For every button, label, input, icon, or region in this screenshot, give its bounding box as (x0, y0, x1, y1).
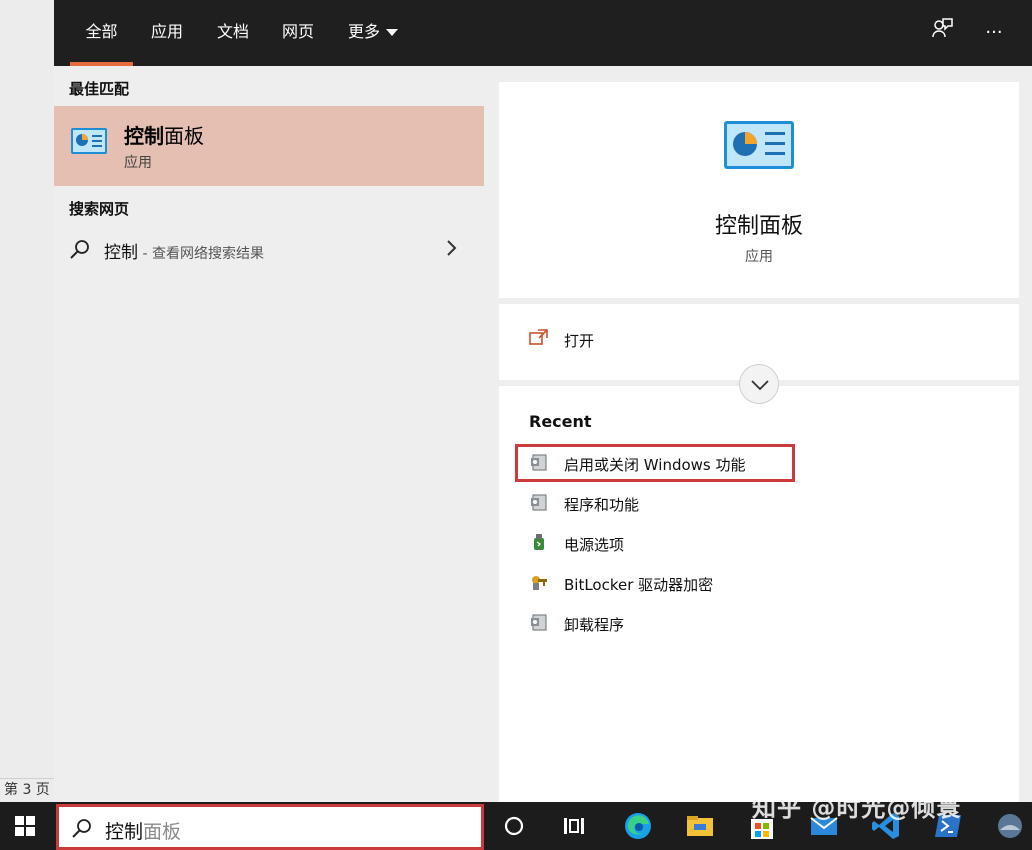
file-explorer-icon[interactable] (684, 810, 716, 842)
open-icon (529, 329, 548, 345)
best-match-result[interactable]: 控制面板 应用 (54, 106, 484, 186)
edge-browser-icon[interactable] (622, 810, 654, 842)
background-document (0, 0, 54, 802)
control-panel-icon (71, 128, 107, 154)
tab-more[interactable]: 更多 (338, 0, 408, 66)
power-options-icon (534, 534, 544, 550)
recent-item-label: 电源选项 (564, 536, 625, 554)
web-search-result[interactable]: 控制 - 查看网络搜索结果 (54, 226, 484, 272)
start-search-panel: 全部 应用 文档 网页 更多 ··· 最佳匹配 控制面板 应用 搜索网页 控制 … (54, 0, 1032, 802)
recent-heading: Recent (529, 412, 592, 431)
tab-documents[interactable]: 文档 (208, 0, 258, 66)
search-suggestion-text: 面板 (143, 821, 182, 843)
taskbar-search-input[interactable]: 控制面板 (56, 804, 484, 850)
expand-button[interactable] (739, 364, 779, 404)
web-result-text: 控制 - 查看网络搜索结果 (104, 238, 264, 263)
search-tabs-bar: 全部 应用 文档 网页 更多 ··· (54, 0, 1032, 66)
recent-item-label: 程序和功能 (564, 496, 640, 514)
watermark-text: 知乎 @时光@倾寰 (752, 794, 962, 822)
search-query: 控制面板 (105, 817, 181, 844)
windows-start-icon[interactable] (0, 802, 54, 850)
bitlocker-icon (532, 576, 547, 590)
tab-apps[interactable]: 应用 (142, 0, 192, 66)
page-number-label: 第 3 页 (0, 778, 54, 800)
best-match-name-rest: 面板 (164, 124, 204, 148)
web-query: 控制 (104, 243, 138, 263)
web-search-heading: 搜索网页 (69, 200, 130, 218)
task-view-icon[interactable] (558, 810, 590, 842)
app-type: 应用 (745, 249, 773, 265)
app-title: 控制面板 (714, 214, 803, 239)
best-match-name-bold: 控制 (124, 124, 164, 148)
search-icon (70, 240, 89, 259)
weather-app-icon[interactable] (994, 810, 1026, 842)
tab-more-label: 更多 (347, 22, 380, 41)
tab-web[interactable]: 网页 (273, 0, 323, 66)
recent-item-uninstall[interactable]: 卸载程序 (529, 608, 989, 638)
programs-icon (531, 614, 547, 631)
recent-item-power-options[interactable]: 电源选项 (529, 528, 989, 558)
programs-icon (531, 494, 547, 511)
cortana-icon[interactable] (498, 810, 530, 842)
open-label: 打开 (564, 332, 595, 350)
recent-item-label: 卸载程序 (564, 616, 625, 634)
chevron-right-icon[interactable] (444, 238, 460, 258)
control-panel-large-icon (724, 121, 794, 169)
chevron-down-icon (386, 29, 398, 36)
preview-pane: 控制面板 应用 打开 Recent 启用或关闭 Windows 功能 程序和功能… (499, 82, 1019, 802)
best-match-name: 控制面板 (124, 120, 204, 149)
recent-item-bitlocker[interactable]: BitLocker 驱动器加密 (529, 568, 989, 598)
tab-all[interactable]: 全部 (70, 0, 133, 66)
web-suffix: - 查看网络搜索结果 (138, 246, 264, 262)
search-icon (72, 819, 91, 838)
recent-item-programs-features[interactable]: 程序和功能 (529, 488, 989, 518)
feedback-icon[interactable] (926, 17, 958, 49)
recent-card: Recent 启用或关闭 Windows 功能 程序和功能 电源选项 BitLo… (499, 386, 1019, 802)
best-match-type: 应用 (124, 155, 152, 171)
app-preview-card: 控制面板 应用 (499, 82, 1019, 298)
programs-icon (531, 454, 547, 471)
best-match-heading: 最佳匹配 (69, 80, 130, 98)
more-options-icon[interactable]: ··· (978, 17, 1010, 49)
recent-item-label: BitLocker 驱动器加密 (564, 576, 714, 594)
recent-item-label: 启用或关闭 Windows 功能 (564, 456, 746, 474)
results-pane: 最佳匹配 控制面板 应用 搜索网页 控制 - 查看网络搜索结果 (54, 66, 484, 802)
recent-item-windows-features[interactable]: 启用或关闭 Windows 功能 (529, 448, 989, 478)
chevron-down-icon (751, 380, 769, 391)
search-typed-text: 控制 (105, 821, 144, 843)
